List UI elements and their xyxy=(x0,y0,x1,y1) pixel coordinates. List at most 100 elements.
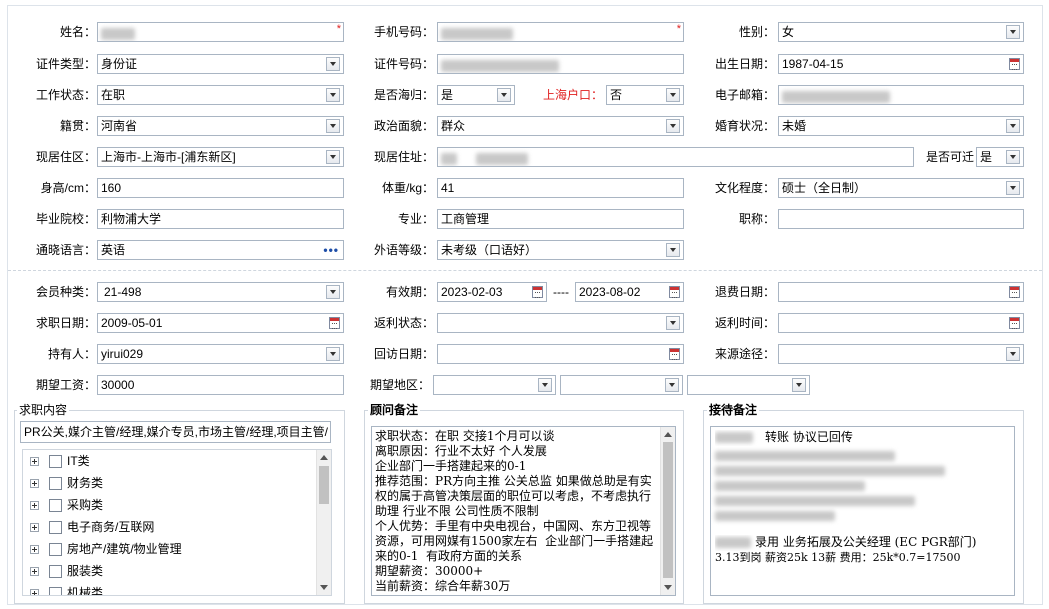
chevron-down-icon[interactable] xyxy=(666,316,680,330)
chevron-down-icon[interactable] xyxy=(792,378,806,392)
chevron-down-icon[interactable] xyxy=(538,378,552,392)
chevron-down-icon[interactable] xyxy=(326,150,340,164)
chevron-down-icon[interactable] xyxy=(326,347,340,361)
notes-scrollbar[interactable] xyxy=(660,427,675,595)
birth-date-field[interactable]: 1987-04-15 xyxy=(778,54,1024,74)
chevron-down-icon[interactable] xyxy=(666,88,680,102)
language-field[interactable]: 英语 ••• xyxy=(97,240,344,260)
chevron-down-icon[interactable] xyxy=(1006,150,1020,164)
gender-select[interactable]: 女 xyxy=(778,22,1024,42)
rebate-time-field[interactable] xyxy=(778,313,1024,333)
region-label: 期望地区： xyxy=(369,378,430,392)
checkbox-icon[interactable] xyxy=(49,587,62,595)
chevron-down-icon[interactable] xyxy=(497,88,511,102)
id-type-select[interactable]: 身份证 xyxy=(97,54,344,74)
valid-from-field[interactable]: 2023-02-03 xyxy=(437,282,547,302)
chevron-down-icon[interactable] xyxy=(326,285,340,299)
chevron-down-icon[interactable] xyxy=(326,88,340,102)
rebate-status-select[interactable] xyxy=(437,313,684,333)
chevron-down-icon[interactable] xyxy=(1006,25,1020,39)
checkbox-icon[interactable] xyxy=(49,477,62,490)
title-field[interactable] xyxy=(778,209,1024,229)
scroll-down-icon[interactable] xyxy=(664,585,672,590)
checkbox-icon[interactable] xyxy=(49,499,62,512)
work-status-select[interactable]: 在职 xyxy=(97,85,344,105)
reception-notes-textarea[interactable]: 转账 协议已回传 录用 业务拓展及公关经理 (EC PGR部门) 3.13到岗 … xyxy=(710,426,1015,596)
tree-item-purchase[interactable]: 采购类 xyxy=(23,494,317,516)
email-field[interactable] xyxy=(778,85,1024,105)
calendar-icon[interactable] xyxy=(1009,317,1020,329)
calendar-icon[interactable] xyxy=(669,348,680,360)
education-select[interactable]: 硕士（全日制） xyxy=(778,178,1024,198)
checkbox-icon[interactable] xyxy=(49,565,62,578)
address-field[interactable] xyxy=(437,147,914,167)
chevron-down-icon[interactable] xyxy=(1006,119,1020,133)
scroll-thumb[interactable] xyxy=(319,466,329,504)
holder-select[interactable]: yirui029 xyxy=(97,344,344,364)
calendar-icon[interactable] xyxy=(329,317,340,329)
scroll-thumb[interactable] xyxy=(663,442,673,578)
plus-expand-icon[interactable] xyxy=(30,589,39,595)
chevron-down-icon[interactable] xyxy=(666,243,680,257)
tree-item-realestate[interactable]: 房地产/建筑/物业管理 xyxy=(23,538,317,560)
school-field[interactable]: 利物浦大学 xyxy=(97,209,344,229)
region-province-select[interactable] xyxy=(433,375,556,395)
chevron-down-icon[interactable] xyxy=(666,119,680,133)
salary-field[interactable]: 30000 xyxy=(97,375,344,395)
major-field[interactable]: 工商管理 xyxy=(437,209,684,229)
plus-expand-icon[interactable] xyxy=(30,457,39,466)
job-category-tree: IT类 财务类 采购类 电子商务/互联网 房地产/建筑/物业管理 服装类 机械类 xyxy=(22,449,332,596)
calendar-icon[interactable] xyxy=(1009,58,1020,70)
tree-item-finance[interactable]: 财务类 xyxy=(23,472,317,494)
chevron-down-icon[interactable] xyxy=(326,57,340,71)
plus-expand-icon[interactable] xyxy=(30,567,39,576)
scroll-up-icon[interactable] xyxy=(664,432,672,437)
tree-scrollbar[interactable] xyxy=(316,450,331,595)
revisit-date-field[interactable] xyxy=(437,344,684,364)
calendar-icon[interactable] xyxy=(669,286,680,298)
overseas-select[interactable]: 是 xyxy=(437,85,515,105)
tree-item-ecommerce[interactable]: 电子商务/互联网 xyxy=(23,516,317,538)
ellipsis-icon[interactable]: ••• xyxy=(323,244,339,256)
scroll-up-icon[interactable] xyxy=(320,455,328,460)
chevron-down-icon[interactable] xyxy=(326,119,340,133)
tree-item-it[interactable]: IT类 xyxy=(23,450,317,472)
calendar-icon[interactable] xyxy=(532,286,543,298)
plus-expand-icon[interactable] xyxy=(30,523,39,532)
plus-expand-icon[interactable] xyxy=(30,501,39,510)
shanghai-hukou-select[interactable]: 否 xyxy=(606,85,684,105)
plus-expand-icon[interactable] xyxy=(30,479,39,488)
checkbox-icon[interactable] xyxy=(49,521,62,534)
region-district-select[interactable] xyxy=(687,375,810,395)
political-select[interactable]: 群众 xyxy=(437,116,684,136)
member-type-select[interactable]: 21-498 xyxy=(97,282,344,302)
refund-date-field[interactable] xyxy=(778,282,1024,302)
checkbox-icon[interactable] xyxy=(49,455,62,468)
checkbox-icon[interactable] xyxy=(49,543,62,556)
native-select[interactable]: 河南省 xyxy=(97,116,344,136)
relocate-select[interactable]: 是 xyxy=(976,147,1024,167)
plus-expand-icon[interactable] xyxy=(30,545,39,554)
weight-field[interactable]: 41 xyxy=(437,178,684,198)
id-number-field[interactable] xyxy=(437,54,684,74)
chevron-down-icon[interactable] xyxy=(1006,181,1020,195)
name-field[interactable]: * xyxy=(97,22,344,42)
scroll-down-icon[interactable] xyxy=(320,585,328,590)
consultant-notes-textarea[interactable]: 求职状态：在职 交接1个月可以谈 离职原因：行业不太好 个人发展 企业部门一手搭… xyxy=(371,426,676,596)
calendar-icon[interactable] xyxy=(1009,286,1020,298)
foreign-level-select[interactable]: 未考级（口语好） xyxy=(437,240,684,260)
region-city-select[interactable] xyxy=(560,375,683,395)
tree-item-machinery[interactable]: 机械类 xyxy=(23,582,317,595)
marital-select[interactable]: 未婚 xyxy=(778,116,1024,136)
job-date-field[interactable]: 2009-05-01 xyxy=(97,313,344,333)
chevron-down-icon[interactable] xyxy=(665,378,679,392)
job-content-summary[interactable]: PR公关,媒介主管/经理,媒介专员,市场主管/经理,项目主管/ xyxy=(20,421,331,443)
residence-area-select[interactable]: 上海市-上海市-[浦东新区] xyxy=(97,147,344,167)
phone-field[interactable]: * xyxy=(437,22,684,42)
valid-to-field[interactable]: 2023-08-02 xyxy=(575,282,684,302)
height-field[interactable]: 160 xyxy=(97,178,344,198)
tree-item-apparel[interactable]: 服装类 xyxy=(23,560,317,582)
chevron-down-icon[interactable] xyxy=(1006,347,1020,361)
source-label: 来源途径： xyxy=(714,347,775,361)
source-select[interactable] xyxy=(778,344,1024,364)
